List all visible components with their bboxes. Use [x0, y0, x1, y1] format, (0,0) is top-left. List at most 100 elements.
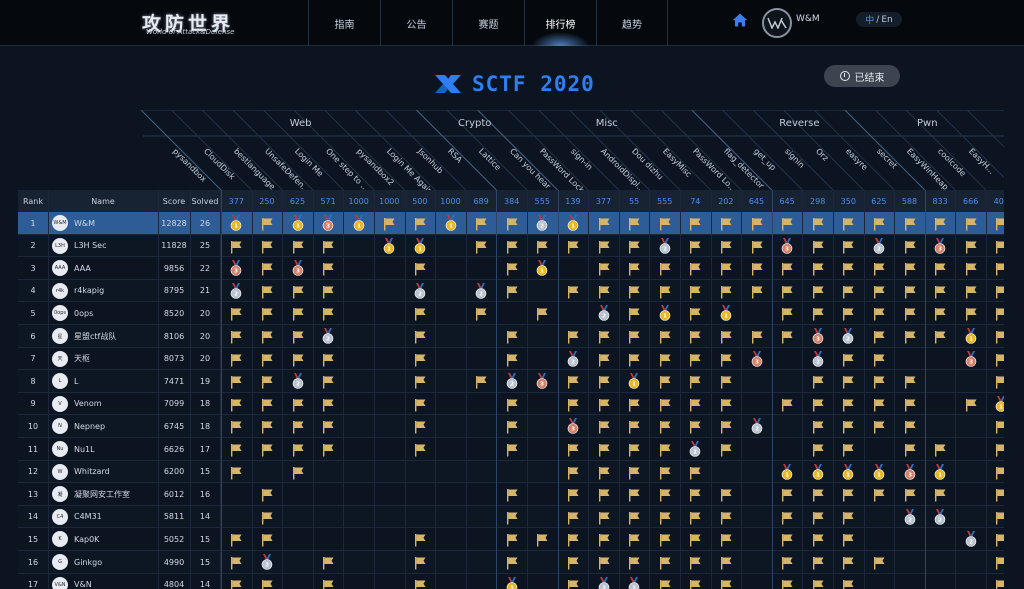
- solved-flag-icon[interactable]: [658, 555, 672, 570]
- solved-flag-icon[interactable]: [841, 284, 855, 299]
- solved-flag-icon[interactable]: [719, 419, 733, 434]
- team-name-cell[interactable]: 0ops 0ops: [52, 302, 158, 324]
- solved-flag-icon[interactable]: [841, 306, 855, 321]
- team-row[interactable]: 8 L L 7471 19 2 2 3 1: [18, 370, 1004, 393]
- second-blood-medal-icon[interactable]: 2: [811, 350, 825, 367]
- team-name[interactable]: Venom: [74, 399, 102, 408]
- team-name[interactable]: L3H Sec: [74, 241, 107, 250]
- solved-flag-icon[interactable]: [688, 510, 702, 525]
- first-blood-medal-icon[interactable]: 1: [964, 328, 978, 344]
- solved-flag-icon[interactable]: [505, 532, 519, 547]
- solved-flag-icon[interactable]: [260, 239, 274, 254]
- solved-flag-icon[interactable]: [260, 487, 274, 502]
- solved-flag-icon[interactable]: [658, 532, 672, 547]
- solved-flag-icon[interactable]: [903, 306, 917, 321]
- third-blood-medal-icon[interactable]: 3: [535, 373, 549, 389]
- solved-flag-icon[interactable]: [811, 284, 825, 299]
- solved-flag-icon[interactable]: [811, 578, 825, 589]
- solved-flag-icon[interactable]: [933, 306, 947, 321]
- solved-flag-icon[interactable]: [291, 465, 305, 480]
- solved-flag-icon[interactable]: [780, 578, 794, 589]
- third-blood-medal-icon[interactable]: 3: [933, 237, 947, 254]
- solved-flag-icon[interactable]: [688, 487, 702, 502]
- lang-en[interactable]: En: [881, 15, 892, 25]
- solved-flag-icon[interactable]: [321, 442, 335, 457]
- team-row[interactable]: 5 0ops 0ops 8520 20 2 1 1: [18, 302, 1004, 325]
- solved-flag-icon[interactable]: [658, 216, 672, 231]
- solved-flag-icon[interactable]: [505, 329, 519, 344]
- solved-flag-icon[interactable]: [260, 442, 274, 457]
- solved-flag-icon[interactable]: [994, 510, 1004, 525]
- solved-flag-icon[interactable]: [658, 284, 672, 299]
- solved-flag-icon[interactable]: [229, 442, 243, 457]
- solved-flag-icon[interactable]: [780, 261, 794, 276]
- solved-flag-icon[interactable]: [903, 419, 917, 434]
- lang-zh[interactable]: 中: [865, 13, 874, 26]
- team-row[interactable]: 9 V Venom 7099 18 1: [18, 393, 1004, 416]
- third-blood-medal-icon[interactable]: 3: [780, 237, 794, 254]
- solved-flag-icon[interactable]: [627, 306, 641, 321]
- solved-flag-icon[interactable]: [229, 352, 243, 367]
- solved-flag-icon[interactable]: [505, 216, 519, 231]
- solved-flag-icon[interactable]: [291, 284, 305, 299]
- team-name-cell[interactable]: V Venom: [52, 393, 158, 415]
- solved-flag-icon[interactable]: [597, 532, 611, 547]
- solved-flag-icon[interactable]: [229, 374, 243, 389]
- solved-flag-icon[interactable]: [994, 487, 1004, 502]
- solved-flag-icon[interactable]: [597, 397, 611, 412]
- second-blood-medal-icon[interactable]: 2: [505, 373, 519, 389]
- second-blood-medal-icon[interactable]: 2: [903, 508, 917, 525]
- solved-flag-icon[interactable]: [291, 419, 305, 434]
- solved-flag-icon[interactable]: [719, 510, 733, 525]
- solved-flag-icon[interactable]: [597, 261, 611, 276]
- solved-flag-icon[interactable]: [719, 532, 733, 547]
- solved-flag-icon[interactable]: [750, 329, 764, 344]
- solved-flag-icon[interactable]: [566, 329, 580, 344]
- first-blood-medal-icon[interactable]: 1: [505, 576, 519, 589]
- solved-flag-icon[interactable]: [688, 397, 702, 412]
- solved-flag-icon[interactable]: [658, 442, 672, 457]
- solved-flag-icon[interactable]: [719, 374, 733, 389]
- team-name[interactable]: AAA: [74, 264, 91, 273]
- team-name[interactable]: 凝聚网安工作室: [74, 489, 130, 500]
- third-blood-medal-icon[interactable]: 3: [903, 463, 917, 480]
- solved-flag-icon[interactable]: [994, 261, 1004, 276]
- second-blood-medal-icon[interactable]: 2: [474, 282, 488, 299]
- solved-flag-icon[interactable]: [505, 419, 519, 434]
- first-blood-medal-icon[interactable]: 1: [566, 215, 580, 231]
- solved-flag-icon[interactable]: [321, 555, 335, 570]
- solved-flag-icon[interactable]: [260, 397, 274, 412]
- solved-flag-icon[interactable]: [811, 555, 825, 570]
- solved-flag-icon[interactable]: [627, 532, 641, 547]
- solved-flag-icon[interactable]: [903, 374, 917, 389]
- team-name-cell[interactable]: LL: [52, 370, 158, 392]
- solved-flag-icon[interactable]: [841, 216, 855, 231]
- second-blood-medal-icon[interactable]: 2: [872, 237, 886, 254]
- solved-flag-icon[interactable]: [597, 216, 611, 231]
- solved-flag-icon[interactable]: [719, 284, 733, 299]
- third-blood-medal-icon[interactable]: 3: [566, 418, 580, 435]
- solved-flag-icon[interactable]: [474, 374, 488, 389]
- team-name[interactable]: Nepnep: [74, 422, 105, 431]
- team-name-cell[interactable]: V&N V&N: [52, 574, 158, 589]
- first-blood-medal-icon[interactable]: 1: [780, 463, 794, 480]
- solved-flag-icon[interactable]: [872, 329, 886, 344]
- solved-flag-icon[interactable]: [719, 555, 733, 570]
- solved-flag-icon[interactable]: [780, 510, 794, 525]
- nav-item[interactable]: 趋势: [596, 0, 668, 46]
- solved-flag-icon[interactable]: [811, 532, 825, 547]
- solved-flag-icon[interactable]: [658, 352, 672, 367]
- team-row[interactable]: 15 K Kap0K 5052 15 2: [18, 528, 1004, 551]
- solved-flag-icon[interactable]: [413, 555, 427, 570]
- solved-flag-icon[interactable]: [229, 532, 243, 547]
- solved-flag-icon[interactable]: [321, 397, 335, 412]
- team-row[interactable]: 10 N Nepnep 6745 18 3 2: [18, 415, 1004, 438]
- solved-flag-icon[interactable]: [658, 487, 672, 502]
- solved-flag-icon[interactable]: [627, 510, 641, 525]
- solved-flag-icon[interactable]: [933, 261, 947, 276]
- solved-flag-icon[interactable]: [688, 306, 702, 321]
- solved-flag-icon[interactable]: [566, 465, 580, 480]
- solved-flag-icon[interactable]: [505, 510, 519, 525]
- team-name-cell[interactable]: AAA AAA: [52, 257, 158, 279]
- solved-flag-icon[interactable]: [566, 374, 580, 389]
